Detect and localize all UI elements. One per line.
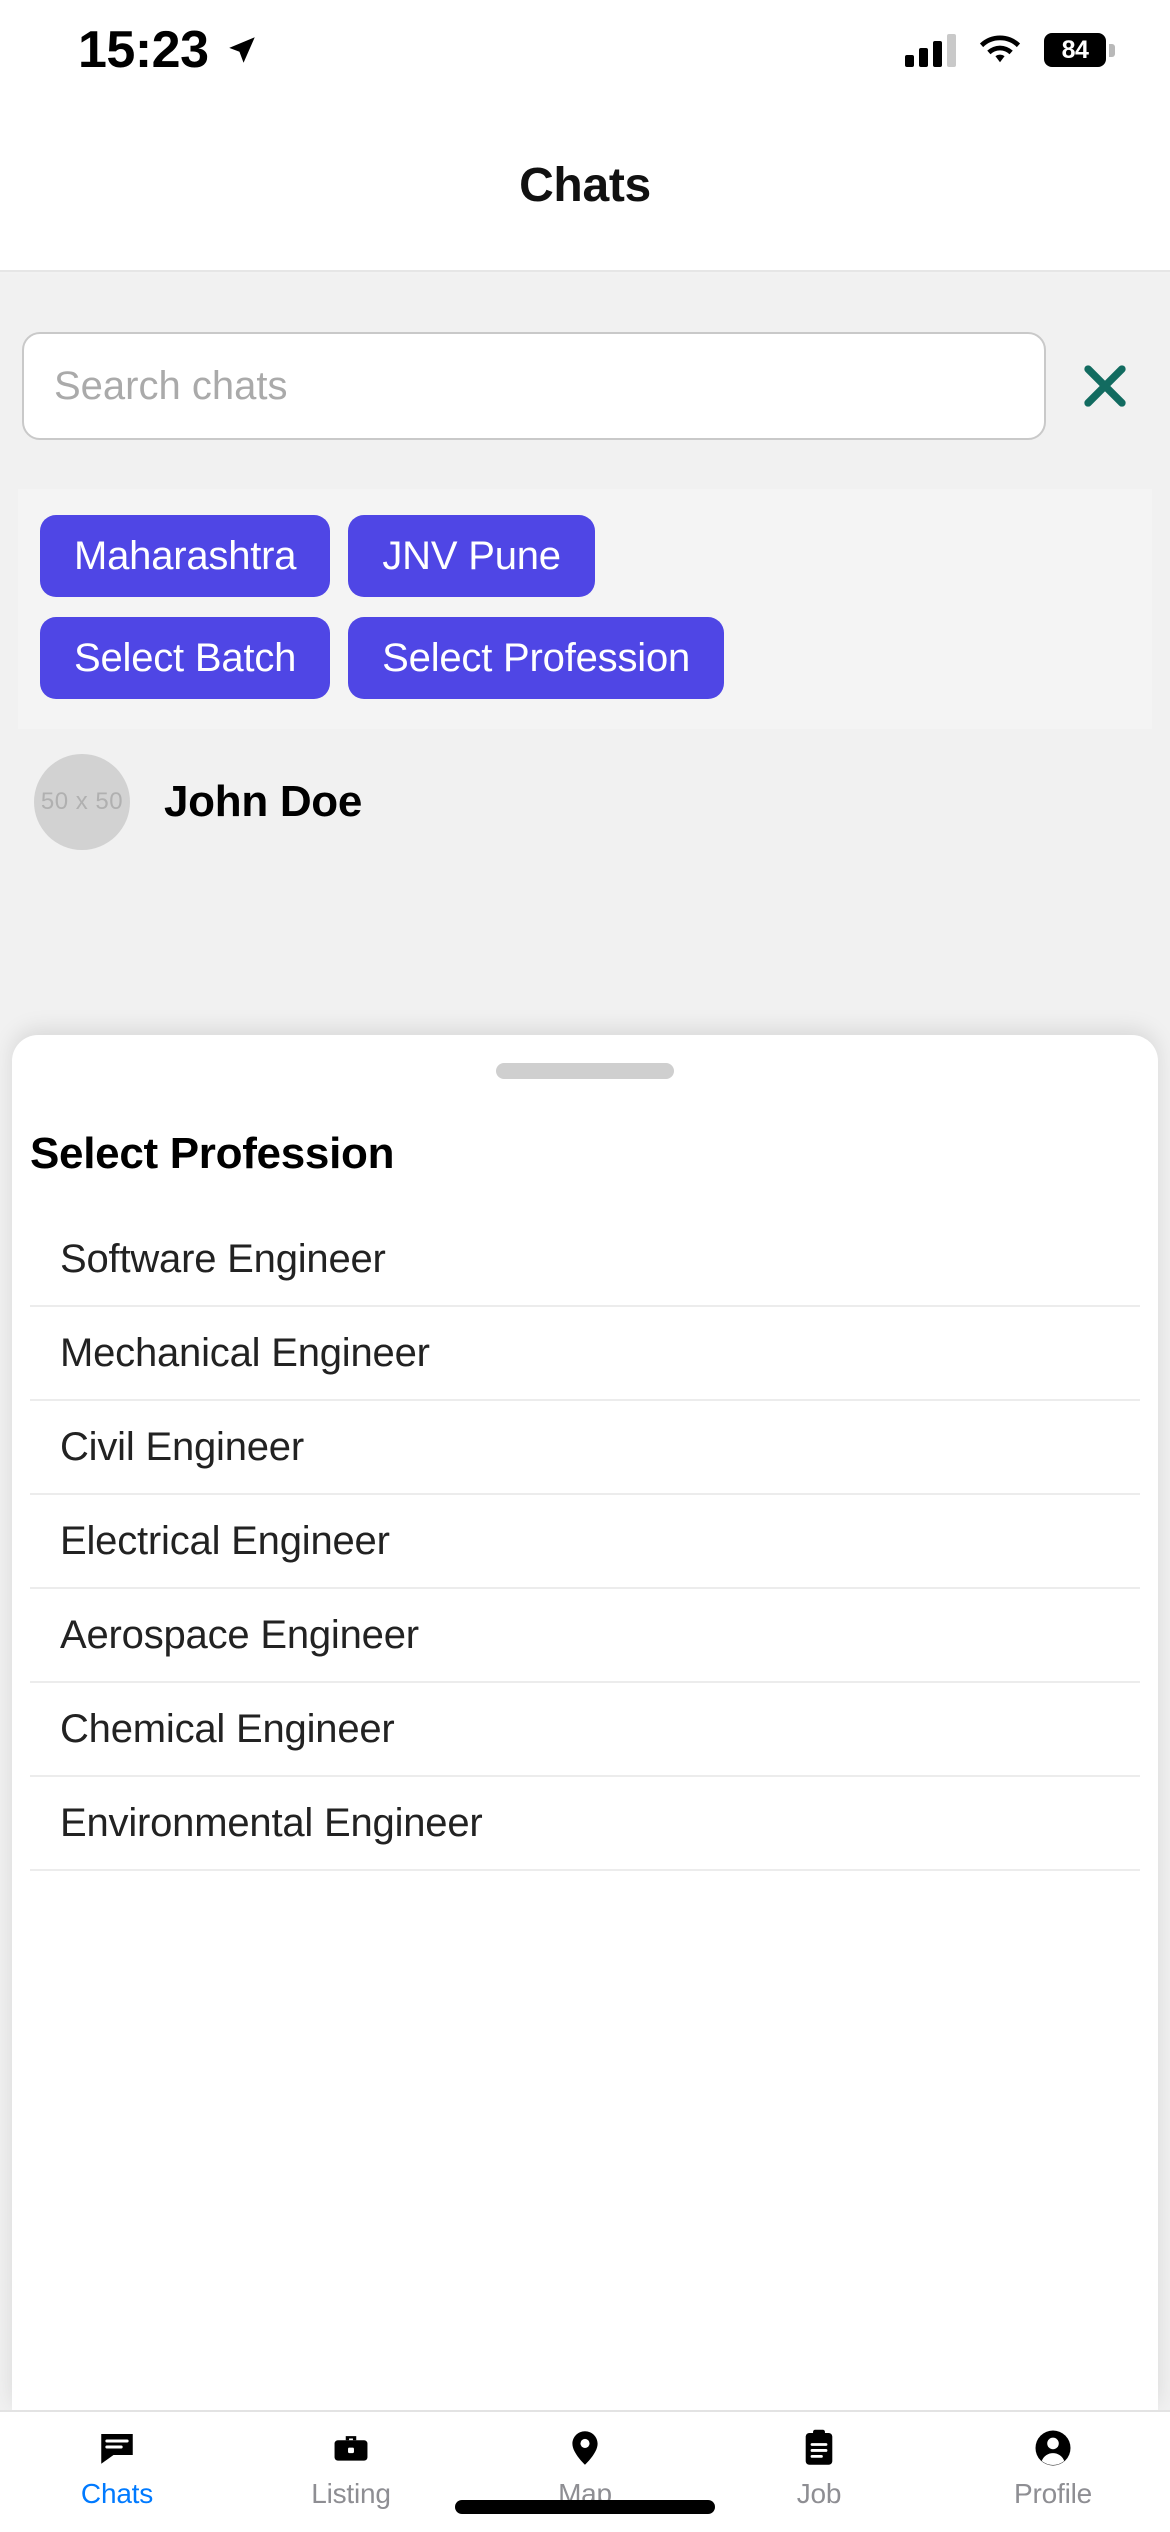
tab-label-listing: Listing [311,2478,391,2509]
tab-label-job: Job [796,2478,842,2509]
status-time: 15:23 [78,21,209,79]
status-bar-right: 84 [905,33,1115,67]
filter-chips-rows: Maharashtra JNV Pune Select Batch Select… [40,515,1130,699]
filter-chip-select-batch[interactable]: Select Batch [40,617,331,699]
profession-option-list: Software Engineer Mechanical Engineer Ci… [12,1213,1158,1871]
search-row [0,332,1170,440]
sheet-title: Select Profession [30,1129,395,1178]
battery-indicator: 84 [1044,33,1115,67]
location-arrow-icon [228,37,255,63]
status-bar: 15:23 84 [0,0,1170,100]
tab-map[interactable]: Map [468,2426,702,2510]
drag-handle[interactable] [496,1063,674,1079]
filter-chip-state[interactable]: Maharashtra [40,515,331,597]
tab-listing[interactable]: Listing [234,2426,468,2510]
tab-profile[interactable]: Profile [936,2426,1170,2510]
search-input[interactable] [22,332,1046,440]
briefcase-icon [330,2426,372,2470]
chat-bubble-icon [96,2426,138,2470]
map-pin-icon [564,2426,606,2470]
list-item[interactable]: Electrical Engineer [30,1495,1140,1589]
list-item[interactable]: Software Engineer [30,1213,1140,1307]
tab-label-chats: Chats [80,2478,154,2509]
home-indicator [455,2500,715,2514]
close-x-icon [1084,365,1126,407]
cellular-signal-icon [905,33,956,67]
filter-chip-school[interactable]: JNV Pune [348,515,595,597]
list-item[interactable]: Chemical Engineer [30,1683,1140,1777]
list-item[interactable]: Civil Engineer [30,1401,1140,1495]
chat-list-item[interactable]: 50 x 50 John Doe [0,754,1170,850]
battery-percent-label: 84 [1061,35,1089,64]
filter-chips-row-2: Select Batch Select Profession [40,617,1130,699]
page-title: Chats [519,158,651,212]
tab-job[interactable]: Job [702,2426,936,2510]
list-item[interactable]: Mechanical Engineer [30,1307,1140,1401]
filter-chips-panel: Maharashtra JNV Pune Select Batch Select… [18,489,1152,729]
status-bar-left: 15:23 [78,24,259,76]
filter-chip-select-profession[interactable]: Select Profession [348,617,725,699]
tab-label-profile: Profile [1014,2478,1092,2509]
list-item[interactable]: Aerospace Engineer [30,1589,1140,1683]
clear-search-button[interactable] [1072,353,1138,419]
select-profession-bottom-sheet: Select Profession Software Engineer Mech… [12,1035,1158,2410]
app-screen: 15:23 84 Chats Search chats Maharashtra … [0,0,1170,2532]
tab-chats[interactable]: Chats [0,2426,234,2510]
clipboard-icon [798,2426,840,2470]
wifi-icon [979,35,1021,63]
list-item[interactable]: Environmental Engineer [30,1777,1140,1871]
avatar-placeholder-label: 50 x 50 [40,788,124,815]
filter-chips-row-1: Maharashtra JNV Pune [40,515,1130,597]
contact-name: John Doe [164,777,363,826]
person-circle-icon [1032,2426,1074,2470]
app-header: Chats [0,100,1170,272]
avatar: 50 x 50 [34,754,130,850]
